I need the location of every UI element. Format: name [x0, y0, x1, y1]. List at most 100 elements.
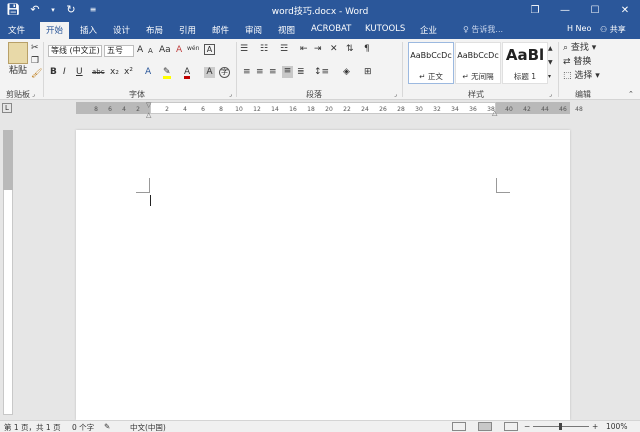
shrink-font-icon[interactable]: A: [148, 46, 153, 57]
read-mode-icon[interactable]: [452, 422, 466, 431]
maximize-button[interactable]: ☐: [580, 0, 610, 21]
styles-scroll-down-icon[interactable]: ▼: [548, 57, 553, 68]
align-right-icon[interactable]: ≡: [269, 67, 277, 78]
enclose-character-icon[interactable]: A: [204, 44, 215, 55]
ruler-tick: 8: [219, 106, 223, 113]
share-button[interactable]: ⚇ 共享: [600, 24, 626, 35]
paragraph-launcher-icon[interactable]: ⌟: [394, 89, 397, 100]
collapse-ribbon-icon[interactable]: ⌃: [628, 89, 634, 100]
superscript-button[interactable]: x²: [124, 67, 133, 78]
clear-formatting-icon[interactable]: A: [176, 45, 182, 56]
ruler-tick: 24: [361, 106, 369, 113]
ruler-tick: 30: [415, 106, 423, 113]
tab-mailings[interactable]: 邮件: [212, 24, 229, 36]
page-count[interactable]: 第 1 页，共 1 页: [4, 422, 61, 432]
zoom-in-button[interactable]: +: [592, 422, 598, 431]
tab-file[interactable]: 文件: [8, 24, 25, 36]
cut-icon[interactable]: ✂: [31, 43, 39, 54]
zoom-out-button[interactable]: −: [524, 422, 530, 431]
tell-me-search[interactable]: ♀ 告诉我...: [463, 24, 503, 35]
ruler-tick: 48: [575, 106, 583, 113]
sort-icon[interactable]: ⇅: [346, 44, 354, 55]
ruler-tick: 6: [108, 106, 112, 113]
grow-font-icon[interactable]: A: [137, 45, 143, 56]
web-layout-icon[interactable]: [504, 422, 518, 431]
format-painter-icon[interactable]: 🖌︎: [31, 69, 42, 80]
zoom-slider-thumb[interactable]: [559, 423, 562, 430]
user-name[interactable]: H Neo: [567, 24, 591, 33]
styles-launcher-icon[interactable]: ⌟: [549, 89, 552, 100]
decrease-indent-icon[interactable]: ⇤: [300, 44, 308, 55]
ruler-tick: 2: [165, 106, 169, 113]
style-normal[interactable]: AaBbCcDc ↵ 正文: [408, 42, 454, 84]
font-launcher-icon[interactable]: ⌟: [229, 89, 232, 100]
ruler-tick: 2: [136, 106, 140, 113]
tab-home[interactable]: 开始: [40, 22, 70, 39]
align-center-icon[interactable]: ≡: [256, 67, 264, 78]
clipboard-launcher-icon[interactable]: ⌟: [32, 89, 35, 100]
tab-selector-icon[interactable]: L: [2, 103, 12, 113]
change-case-icon[interactable]: Aa: [159, 45, 171, 56]
paste-button[interactable]: 粘贴: [4, 66, 32, 77]
tab-kutools[interactable]: KUTOOLS: [365, 24, 405, 34]
document-page[interactable]: [76, 130, 570, 420]
justify-icon[interactable]: ≡: [282, 66, 293, 78]
copy-icon[interactable]: ❐: [31, 56, 39, 67]
restore-ribbon-icon[interactable]: ❐: [520, 0, 550, 21]
replace-button[interactable]: ⇄ 替换: [563, 57, 591, 68]
text-effects-icon[interactable]: A: [145, 67, 151, 78]
hanging-indent-marker[interactable]: △: [146, 110, 151, 121]
minimize-button[interactable]: —: [550, 0, 580, 21]
tab-acrobat[interactable]: ACROBAT: [311, 24, 351, 34]
style-no-spacing[interactable]: AaBbCcDc ↵ 无间隔: [455, 42, 501, 84]
group-separator: [43, 42, 44, 97]
subscript-button[interactable]: x₂: [110, 67, 119, 78]
align-left-icon[interactable]: ≡: [243, 67, 251, 78]
styles-scroll-up-icon[interactable]: ▲: [548, 43, 553, 54]
bold-button[interactable]: B: [50, 67, 57, 78]
find-button[interactable]: ⌕ 查找 ▾: [563, 43, 596, 54]
enclose-circle-icon[interactable]: 字: [219, 67, 230, 78]
styles-more-icon[interactable]: ▾: [548, 71, 551, 82]
tab-design[interactable]: 设计: [113, 24, 130, 36]
right-indent-marker[interactable]: △: [492, 108, 497, 119]
highlight-icon[interactable]: ✎: [163, 67, 171, 79]
zoom-level[interactable]: 100%: [606, 422, 627, 431]
tab-insert[interactable]: 插入: [80, 24, 97, 36]
shading-icon[interactable]: ◈: [343, 67, 350, 78]
borders-icon[interactable]: ⊞: [364, 67, 372, 78]
increase-indent-icon[interactable]: ⇥: [314, 44, 322, 55]
styles-group-label: 样式: [468, 90, 484, 99]
style-name: ↵ 正文: [419, 72, 443, 81]
font-color-icon[interactable]: A: [184, 67, 191, 79]
tab-layout[interactable]: 布局: [146, 24, 163, 36]
proofing-icon[interactable]: ✎: [104, 422, 110, 431]
print-layout-icon[interactable]: [478, 422, 492, 431]
tab-references[interactable]: 引用: [179, 24, 196, 36]
multilevel-list-icon[interactable]: ☲: [280, 44, 288, 55]
italic-button[interactable]: I: [63, 67, 66, 78]
tab-enterprise[interactable]: 企业: [420, 24, 437, 36]
strikethrough-button[interactable]: abc: [92, 67, 105, 78]
underline-button[interactable]: U: [76, 67, 83, 78]
style-heading-1[interactable]: AaBl 标题 1: [502, 42, 548, 84]
show-marks-icon[interactable]: ¶: [364, 44, 370, 55]
distributed-icon[interactable]: ≣: [297, 67, 305, 78]
chinese-layout-icon[interactable]: ✕: [330, 44, 338, 55]
line-spacing-icon[interactable]: ↕≡: [314, 67, 329, 78]
bullets-icon[interactable]: ☰: [240, 44, 248, 55]
tab-review[interactable]: 审阅: [245, 24, 262, 36]
word-count[interactable]: 0 个字: [72, 422, 94, 432]
paste-icon[interactable]: [8, 42, 28, 64]
language-indicator[interactable]: 中文(中国): [130, 422, 166, 432]
font-size-dropdown[interactable]: 五号: [104, 45, 134, 57]
phonetic-guide-icon[interactable]: wén: [187, 43, 199, 54]
tab-view[interactable]: 视图: [278, 24, 295, 36]
ruler-tick: 28: [397, 106, 405, 113]
select-button[interactable]: ⬚ 选择 ▾: [563, 71, 600, 82]
vertical-scrollbar[interactable]: [628, 116, 640, 420]
character-shading-icon[interactable]: A: [204, 67, 215, 78]
close-button[interactable]: ✕: [610, 0, 640, 21]
numbering-icon[interactable]: ☷: [260, 44, 268, 55]
font-name-dropdown[interactable]: 等线 (中文正): [48, 45, 102, 57]
